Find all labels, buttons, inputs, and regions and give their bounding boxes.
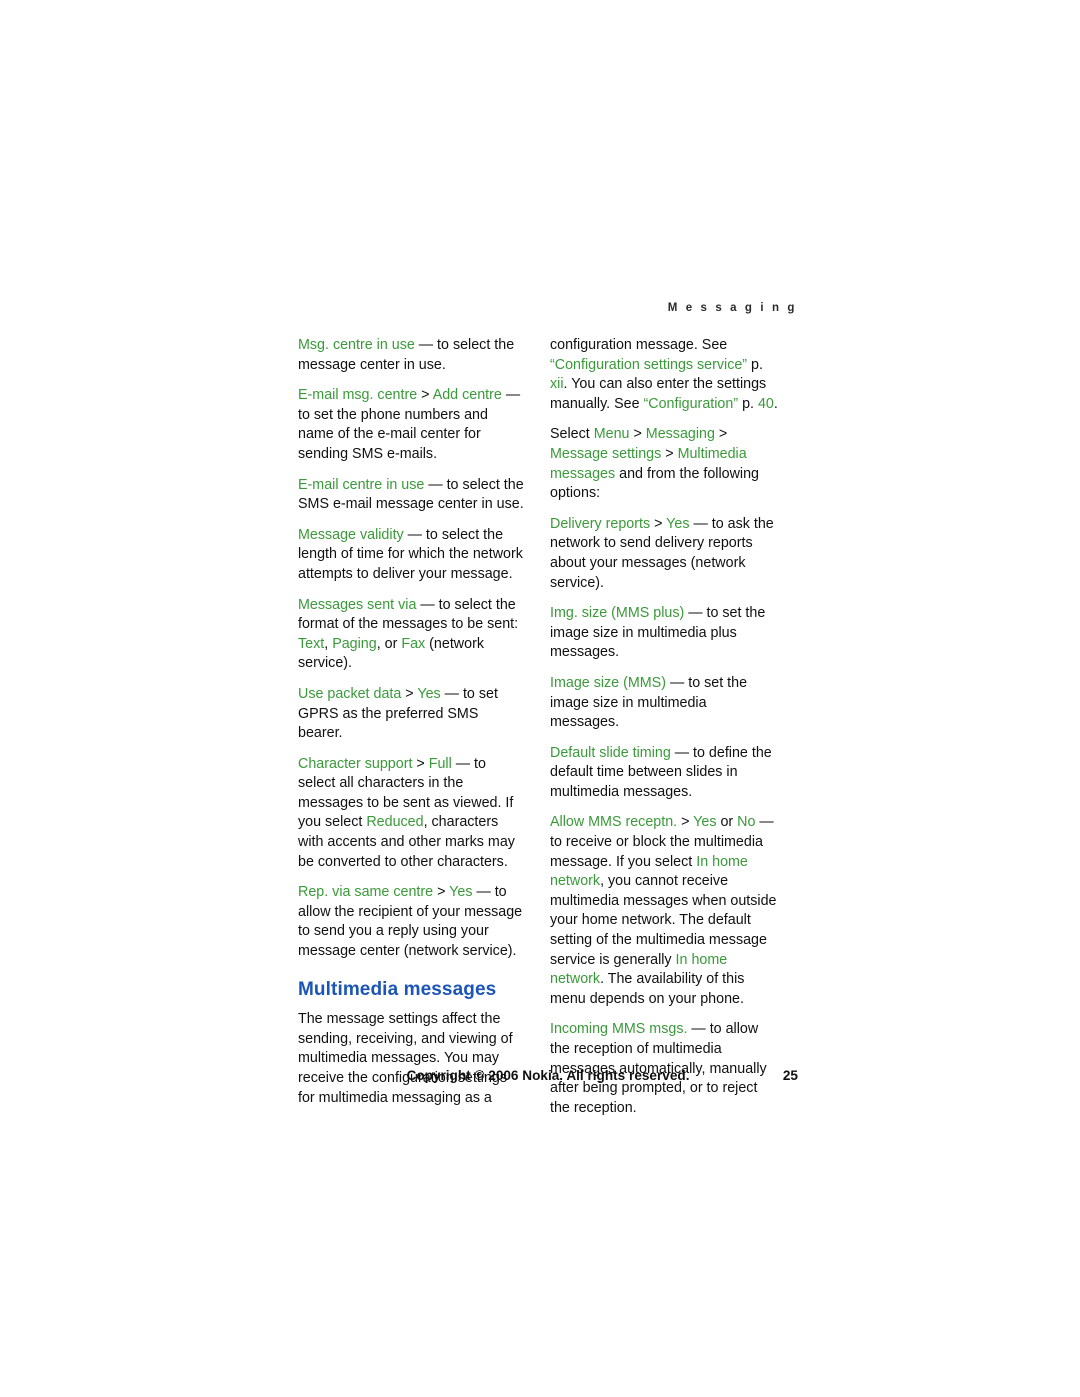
copyright-notice: Copyright © 2006 Nokia. All rights reser… <box>406 1068 690 1083</box>
ui-term: “Configuration settings service” <box>550 356 748 373</box>
left-column: Msg. centre in use — to select the messa… <box>298 336 526 1119</box>
body-text: or <box>716 814 738 831</box>
paragraph-email-msg-centre: E-mail msg. centre > Add centre — to set… <box>298 386 526 464</box>
ui-term: Full <box>428 755 452 772</box>
page-number: 25 <box>782 1068 798 1083</box>
ui-term: Message settings <box>550 445 662 462</box>
body-text: > <box>650 515 667 532</box>
paragraph-multimedia-intro: The message settings affect the sending,… <box>298 1010 526 1108</box>
body-text: configuration message. See <box>550 337 728 353</box>
ui-term: Rep. via same centre <box>298 884 434 901</box>
ui-term: Msg. centre in use <box>298 337 415 353</box>
body-text: > <box>412 755 429 772</box>
ui-term: Yes <box>417 685 441 702</box>
ui-term: Messaging <box>645 426 715 443</box>
ui-term: Paging <box>332 635 377 652</box>
ui-term: Default slide timing <box>550 744 671 761</box>
ui-term: Menu <box>593 426 630 443</box>
ui-term: No <box>737 814 756 831</box>
body-text: p. <box>738 395 758 412</box>
paragraph-allow-mms-reception: Allow MMS receptn. > Yes or No — to rece… <box>550 813 778 1009</box>
body-text: p. <box>747 356 763 373</box>
ui-term: Image size (MMS) <box>550 674 666 691</box>
ui-term: “Configuration” <box>643 395 739 412</box>
document-page: M e s s a g i n g Msg. centre in use — t… <box>0 0 1080 1397</box>
ui-term: E-mail centre in use <box>298 476 425 493</box>
body-text: , or <box>376 635 402 652</box>
ui-term: Reduced <box>366 814 424 831</box>
ui-term: Add centre <box>432 387 502 404</box>
body-text: > <box>661 445 678 462</box>
paragraph-image-size-mms: Image size (MMS) — to set the image size… <box>550 674 778 733</box>
body-text: > <box>714 426 728 443</box>
paragraph-messages-sent-via: Messages sent via — to select the format… <box>298 596 526 674</box>
paragraph-config-message: configuration message. See “Configuratio… <box>550 336 778 414</box>
body-text: > <box>677 814 694 831</box>
ui-term: Img. size (MMS plus) <box>550 605 685 622</box>
body-text: . <box>773 395 778 412</box>
section-heading: Multimedia messages <box>298 978 497 1000</box>
right-column-paragraphs: configuration message. See “Configuratio… <box>550 336 778 1118</box>
left-column-paragraphs: Msg. centre in use — to select the messa… <box>298 336 526 962</box>
body-text: The message settings affect the sending,… <box>298 1011 513 1106</box>
ui-term: 40 <box>757 395 774 412</box>
paragraph-default-slide-timing: Default slide timing — to define the def… <box>550 744 778 803</box>
paragraph-email-centre-in-use: E-mail centre in use — to select the SMS… <box>298 476 526 515</box>
paragraph-character-support: Character support > Full — to select all… <box>298 755 526 873</box>
ui-term: E-mail msg. centre <box>298 387 418 404</box>
ui-term: Yes <box>449 884 473 901</box>
ui-term: Delivery reports <box>550 515 651 532</box>
ui-term: Messages sent via <box>298 596 417 613</box>
paragraph-use-packet-data: Use packet data > Yes — to set GPRS as t… <box>298 685 526 744</box>
paragraph-message-validity: Message validity — to select the length … <box>298 526 526 585</box>
body-text: > <box>433 884 450 901</box>
ui-term: Allow MMS receptn. <box>550 814 678 831</box>
ui-term: xii <box>550 376 564 393</box>
paragraph-select-menu-path: Select Menu > Messaging > Message settin… <box>550 425 778 503</box>
ui-term: Character support <box>298 755 413 772</box>
left-column-paragraphs-after-heading: The message settings affect the sending,… <box>298 1010 526 1108</box>
right-column: configuration message. See “Configuratio… <box>550 336 778 1129</box>
paragraph-img-size-mms-plus: Img. size (MMS plus) — to set the image … <box>550 604 778 663</box>
ui-term: Yes <box>666 515 690 532</box>
ui-term: Fax <box>401 635 426 652</box>
ui-term: Yes <box>693 814 717 831</box>
ui-term: Use packet data <box>298 685 402 702</box>
running-head: M e s s a g i n g <box>667 302 797 314</box>
ui-term: Incoming MMS msgs. <box>550 1021 688 1038</box>
body-text: > <box>417 387 433 404</box>
body-text: Select <box>550 426 594 443</box>
paragraph-msg-centre-in-use: Msg. centre in use — to select the messa… <box>298 336 526 375</box>
ui-term: Message validity <box>298 526 404 543</box>
body-text: > <box>629 426 646 443</box>
ui-term: Text <box>298 635 325 652</box>
body-text: , <box>324 635 333 652</box>
body-text: > <box>401 685 418 702</box>
paragraph-rep-via-same-centre: Rep. via same centre > Yes — to allow th… <box>298 883 526 961</box>
paragraph-delivery-reports: Delivery reports > Yes — to ask the netw… <box>550 515 778 593</box>
